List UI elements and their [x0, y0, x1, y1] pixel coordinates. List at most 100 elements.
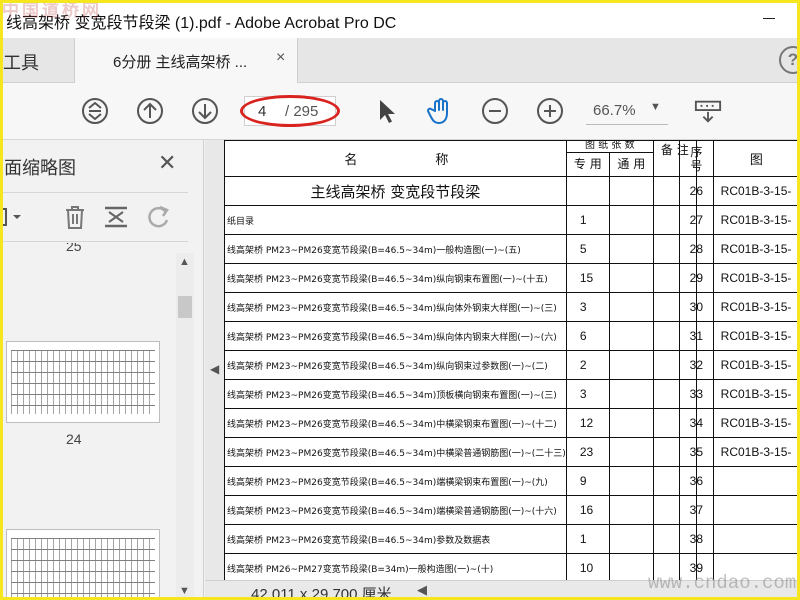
table-row: 38 — [679, 524, 800, 554]
crop-icon[interactable] — [101, 202, 131, 232]
table-row: 32 RC01B-3-15- — [679, 350, 800, 380]
thumbnail-page-25[interactable] — [6, 529, 160, 600]
row-code: RC01B-3-15- — [712, 263, 800, 293]
thumbnail-content — [11, 538, 155, 600]
row-code: RC01B-3-15- — [712, 408, 800, 438]
row-seq: 35 — [679, 437, 714, 467]
row-count: 1 — [565, 524, 611, 554]
row-count: 3 — [565, 379, 611, 409]
section-row: 主线高架桥 变宽段节段梁 — [224, 176, 697, 206]
row-count: 15 — [565, 263, 611, 293]
tab-tools[interactable]: 工具 — [0, 38, 74, 83]
row-code — [712, 524, 800, 554]
tab-bar: 工具 6分册 主线高架桥 ... × ? — [0, 38, 800, 84]
panel-close-icon[interactable]: ✕ — [158, 150, 176, 176]
fit-page-icon[interactable] — [81, 97, 109, 125]
watermark-top: 中国道桥网 — [2, 1, 102, 20]
minimize-button[interactable] — [763, 18, 775, 19]
row-count: 3 — [565, 292, 611, 322]
row-code: RC01B-3-15- — [712, 176, 800, 206]
collapse-panel-icon[interactable]: ◀ — [210, 362, 219, 376]
row-seq: 37 — [679, 495, 714, 525]
table-row: 线高架桥 PM23~PM26变宽节段梁(B=46.5~34m)纵向钢束布置图(一… — [224, 263, 697, 293]
header-count-group: 图 纸 张 数 专 用 通 用 — [565, 140, 654, 177]
select-arrow-icon[interactable] — [373, 97, 401, 125]
panel-toolbar — [0, 192, 188, 242]
document-page: 名 称 图 纸 张 数 专 用 通 用 备 注 主线高架桥 变宽段节段梁 纸目录… — [224, 140, 800, 580]
thumbnail-label: 24 — [66, 431, 82, 447]
table-row: 31 RC01B-3-15- — [679, 321, 800, 351]
panel-title: 面缩略图 — [4, 158, 76, 178]
thumbnail-list[interactable]: 25 24 — [0, 243, 172, 600]
table-row: 线高架桥 PM23~PM26变宽节段梁(B=46.5~34m)端横梁普通钢筋图(… — [224, 495, 697, 525]
thumbnail-page-24[interactable] — [6, 341, 160, 423]
table-row: 35 RC01B-3-15- — [679, 437, 800, 467]
scroll-down-icon[interactable]: ▼ — [179, 585, 190, 597]
next-page-icon[interactable] — [191, 97, 219, 125]
table-row: 34 RC01B-3-15- — [679, 408, 800, 438]
row-description: 线高架桥 PM23~PM26变宽节段梁(B=46.5~34m)参数及数据表 — [224, 524, 567, 554]
row-description: 线高架桥 PM23~PM26变宽节段梁(B=46.5~34m)纵向钢束过参数图(… — [224, 350, 567, 380]
row-description: 线高架桥 PM23~PM26变宽节段梁(B=46.5~34m)纵向体内钢束大样图… — [224, 321, 567, 351]
right-table-header: 序 号 图 — [679, 140, 800, 177]
row-seq: 33 — [679, 379, 714, 409]
row-description: 线高架桥 PM23~PM26变宽节段梁(B=46.5~34m)纵向体外钢束大样图… — [224, 292, 567, 322]
rotate-icon[interactable] — [143, 202, 173, 232]
row-count: 9 — [565, 466, 611, 496]
row-seq: 31 — [679, 321, 714, 351]
highlight-oval — [240, 95, 340, 127]
drawing-code-table: 序 号 图 26 RC01B-3-15- 27 RC01B-3-15- 28 RC01B-… — [679, 140, 800, 580]
zoom-select[interactable]: 66.7% ▼ — [586, 97, 668, 125]
table-row: 30 RC01B-3-15- — [679, 292, 800, 322]
table-row: 纸目录 1 — [224, 205, 697, 235]
table-row: 线高架桥 PM23~PM26变宽节段梁(B=46.5~34m)一般构造图(一)~… — [224, 234, 697, 264]
row-count: 16 — [565, 495, 611, 525]
scroll-up-icon[interactable]: ▲ — [179, 256, 190, 268]
row-code: RC01B-3-15- — [712, 379, 800, 409]
help-icon[interactable]: ? — [779, 46, 800, 74]
thumbnail-content — [11, 350, 155, 414]
hand-tool-icon[interactable] — [426, 97, 454, 125]
tab-close-icon[interactable]: × — [276, 49, 285, 67]
header-dedicated: 专 用 — [567, 153, 610, 176]
zoom-in-icon[interactable] — [536, 97, 564, 125]
title-bar: 线高架桥 变宽段节段梁 (1).pdf - Adobe Acrobat Pro … — [0, 0, 800, 38]
row-seq: 38 — [679, 524, 714, 554]
previous-page-icon[interactable] — [136, 97, 164, 125]
table-row: 33 RC01B-3-15- — [679, 379, 800, 409]
row-description: 线高架桥 PM23~PM26变宽节段梁(B=46.5~34m)端横梁普通钢筋图(… — [224, 495, 567, 525]
table-row: 28 RC01B-3-15- — [679, 234, 800, 264]
zoom-value: 66.7% — [593, 102, 636, 119]
tab-document-label: 6分册 主线高架桥 ... — [113, 54, 248, 71]
page-display-icon[interactable] — [694, 97, 724, 125]
scroll-thumb[interactable] — [178, 296, 192, 318]
delete-icon[interactable] — [60, 202, 90, 232]
page-options-icon[interactable] — [0, 202, 24, 232]
row-code: RC01B-3-15- — [712, 321, 800, 351]
thumbnail-scrollbar[interactable]: ▲ ▼ — [176, 253, 194, 600]
row-code — [712, 495, 800, 525]
row-seq: 36 — [679, 466, 714, 496]
tab-document[interactable]: 6分册 主线高架桥 ... × — [74, 38, 298, 84]
scroll-left-icon[interactable]: ◀ — [417, 582, 427, 598]
table-row: 线高架桥 PM23~PM26变宽节段梁(B=46.5~34m)端横梁钢束布置图(… — [224, 466, 697, 496]
row-description: 线高架桥 PM23~PM26变宽节段梁(B=46.5~34m)端横梁钢束布置图(… — [224, 466, 567, 496]
row-seq: 32 — [679, 350, 714, 380]
table-row: 线高架桥 PM26~PM27变宽节段梁(B=34m)一般构造图(一)~(十) 10 — [224, 553, 697, 580]
row-count: 6 — [565, 321, 611, 351]
row-code: RC01B-3-15- — [712, 234, 800, 264]
row-seq: 30 — [679, 292, 714, 322]
table-row: 36 — [679, 466, 800, 496]
chevron-down-icon: ▼ — [650, 101, 661, 113]
table-row: 线高架桥 PM23~PM26变宽节段梁(B=46.5~34m)中横梁普通钢筋图(… — [224, 437, 697, 467]
row-seq: 28 — [679, 234, 714, 264]
table-row: 29 RC01B-3-15- — [679, 263, 800, 293]
header-general: 通 用 — [617, 157, 646, 171]
document-viewport[interactable]: ◀ 名 称 图 纸 张 数 专 用 通 用 备 注 主线高架桥 变宽段节段梁 纸… — [205, 140, 800, 580]
table-row: 线高架桥 PM23~PM26变宽节段梁(B=46.5~34m)纵向体外钢束大样图… — [224, 292, 697, 322]
row-description: 线高架桥 PM26~PM27变宽节段梁(B=34m)一般构造图(一)~(十) — [224, 553, 567, 580]
row-count: 1 — [565, 205, 611, 235]
zoom-out-icon[interactable] — [481, 97, 509, 125]
row-code — [712, 466, 800, 496]
row-seq: 34 — [679, 408, 714, 438]
